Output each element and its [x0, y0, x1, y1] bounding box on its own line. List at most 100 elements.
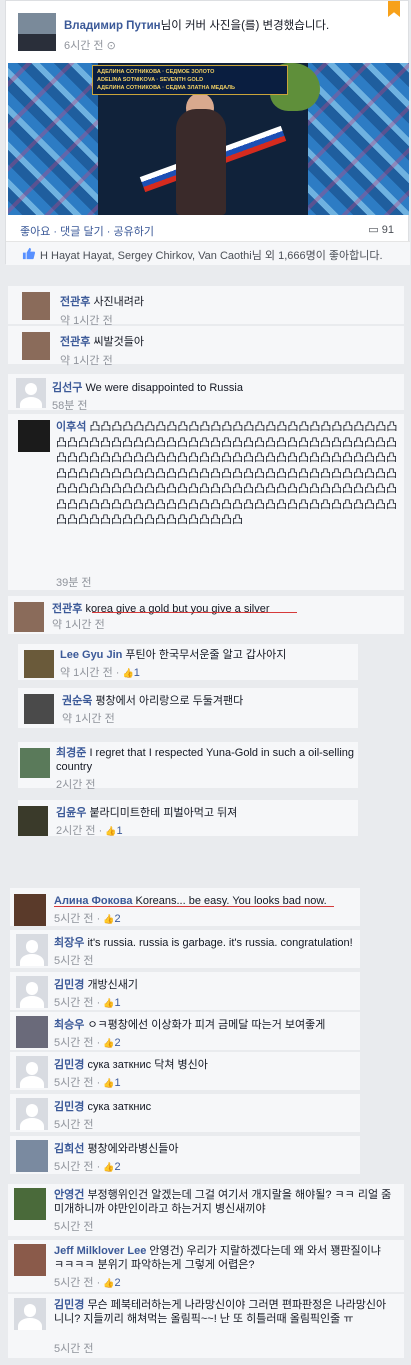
post-time[interactable]: 6시간 전 [64, 40, 104, 52]
globe-icon: ⊙ [106, 40, 116, 52]
post-card: Владимир Путин님이 커버 사진을(를) 변경했습니다. 6시간 전… [5, 0, 410, 265]
comment-text: I regret that I respected Yuna-Gold in s… [56, 747, 354, 773]
cover-photo[interactable]: АДЕЛИНА СОТНИКОВА · СЕДМОЕ ЗОЛОТО ADELIN… [8, 63, 409, 215]
author-avatar[interactable] [18, 13, 56, 51]
comment-time[interactable]: 5시간 전 [54, 1037, 94, 1049]
commenter-avatar[interactable] [16, 1056, 48, 1088]
comment-item: 전관후 사진내려라 약 1시간 전 [8, 286, 404, 327]
commenter-avatar[interactable] [16, 976, 48, 1008]
comment-item: 김희선 평창에와라병신들아 5시간 전 · 👍2 [10, 1136, 360, 1174]
comment-time[interactable]: 5시간 전 [54, 1077, 94, 1089]
commenter-avatar[interactable] [16, 1140, 48, 1172]
commenter-name[interactable]: Jeff Milklover Lee [54, 1245, 146, 1257]
thumbs-up-icon: 👍 [103, 1078, 115, 1088]
thumbs-up-icon: 👍 [103, 998, 115, 1008]
likes-text[interactable]: H Hayat Hayat, Sergey Chirkov, Van Caoth… [40, 250, 383, 262]
commenter-name[interactable]: 전관후 [52, 603, 82, 615]
commenter-name[interactable]: 김희선 [54, 1143, 84, 1155]
commenter-name[interactable]: 김민경 [54, 1059, 84, 1071]
thumbs-up-icon: 👍 [103, 1278, 115, 1288]
post-actions: 좋아요 · 댓글 달기 · 공유하기 [20, 226, 154, 238]
like-link[interactable]: 좋아요 [20, 226, 50, 238]
comment-time[interactable]: 5시간 전 [54, 1343, 94, 1355]
commenter-name[interactable]: 김선구 [52, 382, 82, 394]
comment-time[interactable]: 39분 전 [56, 577, 92, 589]
share-link[interactable]: 공유하기 [113, 226, 153, 238]
comment-item: 김민경 сука заткнис 5시간 전 [10, 1094, 360, 1132]
commenter-name[interactable]: 김윤우 [56, 807, 86, 819]
comment-text: it's russia. russia is garbage. it's rus… [87, 937, 353, 949]
comment-item: 김민경 개방신새기 5시간 전 · 👍1 [10, 972, 360, 1010]
comment-item: 김민경 сука заткнис 닥쳐 병신아 5시간 전 · 👍1 [10, 1052, 360, 1090]
commenter-name[interactable]: 김민경 [54, 1299, 84, 1311]
comment-like-count[interactable]: 1 [134, 667, 140, 679]
comment-time[interactable]: 5시간 전 [54, 913, 94, 925]
commenter-name[interactable]: 권순욱 [62, 695, 92, 707]
comment-item: Jeff Milklover Lee 안영건) 우리가 지랄하겠다는데 왜 와서… [8, 1240, 404, 1292]
comment-text: ㅇㅋ평창에선 이상화가 피겨 금메달 따는거 보여좋게 [87, 1019, 326, 1031]
commenter-avatar[interactable] [24, 650, 54, 678]
comment-like-count[interactable]: 2 [115, 1161, 121, 1173]
thumbs-up-icon [22, 247, 35, 260]
comment-time[interactable]: 약 1시간 전 [52, 619, 105, 631]
commenter-name[interactable]: 최장우 [54, 937, 84, 949]
comment-text: 평창에와라병신들아 [87, 1143, 179, 1155]
comment-time[interactable]: 58분 전 [52, 400, 88, 412]
comment-like-count[interactable]: 2 [115, 1277, 121, 1289]
comment-like-count[interactable]: 1 [115, 997, 121, 1009]
commenter-avatar[interactable] [16, 378, 46, 408]
comment-time[interactable]: 2시간 전 [56, 825, 96, 837]
comment-time[interactable]: 약 1시간 전 [62, 713, 115, 725]
commenter-avatar[interactable] [14, 1298, 46, 1330]
commenter-avatar[interactable] [22, 332, 50, 360]
commenter-name[interactable]: 이후석 [56, 421, 86, 433]
commenter-name[interactable]: 전관후 [60, 336, 90, 348]
comment-item: Lee Gyu Jin 푸틴아 한국무서운줄 알고 갑사아지 약 1시간 전 · … [18, 644, 358, 680]
commenter-avatar[interactable] [24, 694, 54, 724]
commenter-avatar[interactable] [20, 748, 50, 778]
thumbs-up-icon: 👍 [122, 668, 134, 678]
commenter-avatar[interactable] [18, 420, 50, 452]
comment-time[interactable]: 5시간 전 [54, 955, 94, 967]
commenter-avatar[interactable] [14, 894, 46, 926]
comment-time[interactable]: 약 1시간 전 [60, 355, 113, 367]
post-action-text: 님이 커버 사진을(를) 변경했습니다. [160, 20, 330, 32]
comment-like-count[interactable]: 2 [115, 913, 121, 925]
comment-time[interactable]: 2시간 전 [56, 779, 96, 791]
commenter-avatar[interactable] [14, 1244, 46, 1276]
commenter-avatar[interactable] [16, 1098, 48, 1130]
commenter-avatar[interactable] [14, 602, 44, 632]
comment-link[interactable]: 댓글 달기 [60, 226, 104, 238]
commenter-name[interactable]: 김민경 [54, 1101, 84, 1113]
comment-time[interactable]: 5시간 전 [54, 997, 94, 1009]
commenter-avatar[interactable] [16, 1016, 48, 1048]
bookmark-icon[interactable] [388, 1, 400, 17]
comment-text: 씨발것들아 [93, 336, 145, 348]
commenter-avatar[interactable] [14, 1188, 46, 1220]
comment-time[interactable]: 5시간 전 [54, 1119, 94, 1131]
commenter-avatar[interactable] [18, 806, 48, 836]
comment-time[interactable]: 5시간 전 [54, 1161, 94, 1173]
comment-item: 권순욱 평창에서 아리랑으로 두둘겨팬다 약 1시간 전 [18, 688, 358, 728]
comment-like-count[interactable]: 1 [115, 1077, 121, 1089]
comment-time[interactable]: 약 1시간 전 [60, 667, 113, 679]
comment-text: сука заткнис [87, 1101, 152, 1113]
comment-time[interactable]: 5시간 전 [54, 1221, 94, 1233]
commenter-name[interactable]: 전관후 [60, 296, 90, 308]
thumbs-up-icon: 👍 [105, 826, 117, 836]
comment-count[interactable]: ▭ 91 [368, 223, 394, 236]
commenter-name[interactable]: Lee Gyu Jin [60, 649, 122, 661]
post-author[interactable]: Владимир Путин [64, 20, 161, 32]
commenter-avatar[interactable] [22, 292, 50, 320]
photo-banner: АДЕЛИНА СОТНИКОВА · СЕДМОЕ ЗОЛОТО ADELIN… [92, 65, 288, 95]
comment-item: 전관후 korea give a gold but you give a sil… [8, 596, 404, 634]
commenter-name[interactable]: 안영건 [54, 1189, 84, 1201]
commenter-avatar[interactable] [16, 934, 48, 966]
comment-time[interactable]: 5시간 전 [54, 1277, 94, 1289]
skater-figure [176, 109, 226, 215]
commenter-name[interactable]: 김민경 [54, 979, 84, 991]
commenter-name[interactable]: 최경준 [56, 747, 86, 759]
comment-like-count[interactable]: 2 [115, 1037, 121, 1049]
commenter-name[interactable]: 최승우 [54, 1019, 84, 1031]
comment-like-count[interactable]: 1 [117, 825, 123, 837]
